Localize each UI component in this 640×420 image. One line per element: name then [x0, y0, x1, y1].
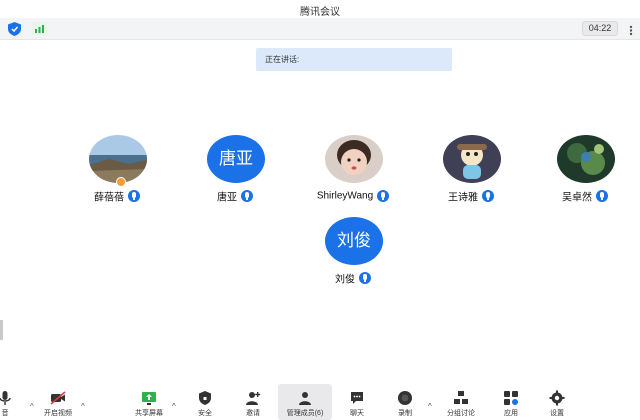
speaking-notice: 正在讲话: [256, 48, 452, 71]
participant-name: 王诗雅 [448, 192, 478, 204]
mute-button[interactable]: 音 [0, 384, 30, 420]
avatar [443, 135, 501, 183]
breakout-icon [453, 390, 469, 406]
microphone-icon [377, 189, 390, 202]
share-screen-button[interactable]: 共享屏幕 [124, 384, 174, 420]
security-icon [197, 390, 213, 406]
participant-tile[interactable]: 唐亚 唐亚 [180, 135, 290, 205]
status-bar: 04:22 [0, 18, 640, 40]
share-screen-icon [141, 390, 157, 406]
avatar: 唐亚 [207, 135, 265, 183]
record-icon [397, 390, 413, 406]
signal-icon[interactable] [32, 22, 47, 35]
participant-tile[interactable]: ShirleyWang [298, 135, 408, 205]
window-title: 腾讯会议 [300, 7, 340, 18]
participant-tile[interactable]: 刘俊 刘俊 [298, 217, 408, 287]
meeting-timer: 04:22 [582, 21, 618, 36]
invite-button[interactable]: 邀请 [228, 384, 278, 420]
side-handle[interactable] [0, 320, 3, 340]
video-off-icon [50, 390, 66, 406]
participant-tile[interactable]: 薛蓓蓓 [62, 135, 172, 205]
microphone-icon [359, 271, 371, 284]
microphone-icon [0, 390, 13, 406]
settings-icon [549, 390, 565, 406]
avatar [325, 135, 383, 183]
manage-members-button[interactable]: 管理成员(6) [278, 384, 332, 420]
avatar [89, 135, 147, 183]
participant-name: 唐亚 [217, 192, 237, 204]
record-button[interactable]: 录制 [380, 384, 430, 420]
chat-icon [349, 390, 365, 406]
title-bar: 腾讯会议 [0, 0, 640, 18]
more-icon[interactable] [628, 23, 634, 36]
microphone-icon [596, 189, 608, 202]
participant-tile[interactable]: 吴卓然 [530, 135, 640, 205]
participant-name: ShirleyWang [316, 190, 374, 202]
apps-icon [503, 390, 519, 406]
members-icon [297, 390, 313, 406]
chevron-up-icon[interactable]: ^ [172, 402, 180, 411]
participant-name: 刘俊 [335, 274, 355, 286]
chat-button[interactable]: 聊天 [332, 384, 382, 420]
host-badge [116, 177, 126, 187]
video-button[interactable]: 开启视频 [33, 384, 83, 420]
participant-tile[interactable]: 王诗雅 [416, 135, 526, 205]
microphone-icon [241, 189, 253, 202]
invite-icon [245, 390, 261, 406]
apps-button[interactable]: 应用 [486, 384, 536, 420]
avatar [557, 135, 615, 183]
microphone-icon [482, 189, 494, 202]
avatar: 刘俊 [325, 217, 383, 265]
participant-name: 薛蓓蓓 [94, 192, 124, 204]
security-button[interactable]: 安全 [180, 384, 230, 420]
breakout-button[interactable]: 分组讨论 [436, 384, 486, 420]
participant-name: 吴卓然 [562, 192, 592, 204]
chevron-up-icon[interactable]: ^ [428, 402, 436, 411]
shield-icon[interactable] [8, 22, 21, 36]
meeting-toolbar: 音 ^ 开启视频 ^ 共享屏幕 ^ 安全 邀请 管理成员(6) 聊天 录制 ^ … [0, 384, 640, 420]
settings-button[interactable]: 设置 [532, 384, 582, 420]
chevron-up-icon[interactable]: ^ [81, 402, 89, 411]
microphone-icon [128, 189, 140, 202]
